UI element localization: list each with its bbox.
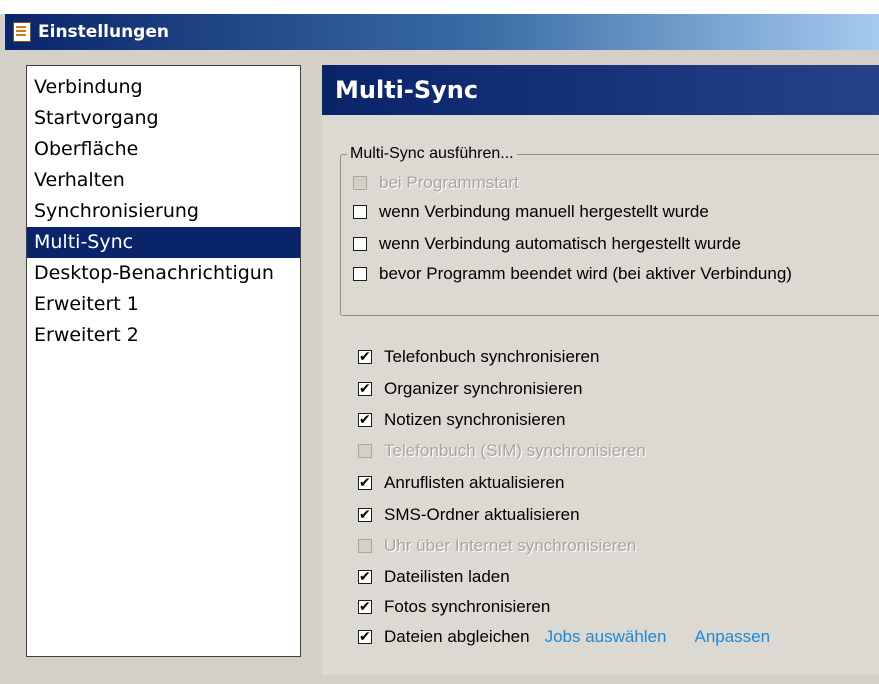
sidebar-item-erweitert-1[interactable]: Erweitert 1: [27, 289, 300, 320]
checkbox-label: SMS-Ordner aktualisieren: [384, 505, 580, 524]
checkbox-row-automatisch[interactable]: wenn Verbindung automatisch hergestellt …: [353, 234, 741, 254]
checkbox-row-beenden[interactable]: bevor Programm beendet wird (bei aktiver…: [353, 264, 792, 284]
checkbox-dateien[interactable]: [358, 628, 372, 646]
checkbox-anruflisten[interactable]: [358, 474, 372, 492]
sidebar-item-verhalten[interactable]: Verhalten: [27, 165, 300, 196]
checkbox-telefonbuch-sim[interactable]: [358, 444, 372, 458]
checkbox-sms-ordner[interactable]: [358, 506, 372, 524]
checkbox-telefonbuch[interactable]: [358, 348, 372, 366]
sidebar-item-synchronisierung[interactable]: Synchronisierung: [27, 196, 300, 227]
checkbox-row-fotos[interactable]: Fotos synchronisieren: [358, 597, 550, 617]
settings-window: Verbindung Startvorgang Oberfläche Verha…: [5, 50, 879, 684]
top-strip: [0, 0, 879, 14]
checkbox-label: Organizer synchronisieren: [384, 379, 583, 398]
sidebar-item-startvorgang[interactable]: Startvorgang: [27, 103, 300, 134]
checkbox-row-manuell[interactable]: wenn Verbindung manuell hergestellt wurd…: [353, 202, 709, 222]
checkbox-manuell[interactable]: [353, 205, 367, 219]
checkbox-automatisch[interactable]: [353, 237, 367, 251]
checkbox-label: Dateilisten laden: [384, 567, 510, 586]
sidebar-item-multi-sync[interactable]: Multi-Sync: [27, 227, 300, 258]
checkbox-notizen[interactable]: [358, 411, 372, 429]
checkbox-row-uhr[interactable]: Uhr über Internet synchronisieren: [358, 536, 636, 556]
checkbox-row-programmstart[interactable]: bei Programmstart: [353, 173, 519, 193]
checkbox-fotos[interactable]: [358, 598, 372, 616]
anpassen-link[interactable]: Anpassen: [694, 627, 770, 647]
checkbox-row-telefonbuch-sim[interactable]: Telefonbuch (SIM) synchronisieren: [358, 441, 646, 461]
checkbox-row-notizen[interactable]: Notizen synchronisieren: [358, 410, 565, 430]
checkbox-label: Telefonbuch synchronisieren: [384, 347, 600, 366]
title-bar[interactable]: Einstellungen: [5, 14, 879, 50]
checkbox-row-telefonbuch[interactable]: Telefonbuch synchronisieren: [358, 347, 599, 367]
checkbox-row-dateien[interactable]: Dateien abgleichen Jobs auswählen Anpass…: [358, 627, 770, 647]
checkbox-label: Notizen synchronisieren: [384, 410, 566, 429]
settings-panel: Multi-Sync Multi-Sync ausführen... bei P…: [322, 65, 879, 675]
checkbox-label: Uhr über Internet synchronisieren: [384, 536, 637, 555]
panel-title: Multi-Sync: [322, 65, 879, 115]
sidebar-item-erweitert-2[interactable]: Erweitert 2: [27, 320, 300, 351]
checkbox-row-organizer[interactable]: Organizer synchronisieren: [358, 379, 582, 399]
checkbox-label: wenn Verbindung manuell hergestellt wurd…: [379, 202, 709, 221]
checkbox-dateilisten[interactable]: [358, 568, 372, 586]
checkbox-row-dateilisten[interactable]: Dateilisten laden: [358, 567, 510, 587]
checkbox-label: wenn Verbindung automatisch hergestellt …: [379, 234, 741, 253]
jobs-auswaehlen-link[interactable]: Jobs auswählen: [545, 627, 667, 647]
checkbox-row-sms-ordner[interactable]: SMS-Ordner aktualisieren: [358, 505, 580, 525]
multi-sync-groupbox: Multi-Sync ausführen... bei Programmstar…: [340, 145, 879, 316]
checkbox-label: Dateien abgleichen: [384, 627, 530, 646]
checkbox-beenden[interactable]: [353, 267, 367, 281]
checkbox-label: Fotos synchronisieren: [384, 597, 551, 616]
sidebar-item-oberflaeche[interactable]: Oberfläche: [27, 134, 300, 165]
checkbox-row-anruflisten[interactable]: Anruflisten aktualisieren: [358, 473, 564, 493]
category-list[interactable]: Verbindung Startvorgang Oberfläche Verha…: [26, 65, 301, 657]
checkbox-uhr[interactable]: [358, 539, 372, 553]
checkbox-programmstart[interactable]: [353, 176, 367, 190]
checkbox-label: bei Programmstart: [379, 173, 519, 192]
sidebar-item-desktop-benachrichtigung[interactable]: Desktop-Benachrichtigun: [27, 258, 300, 289]
checkbox-label: bevor Programm beendet wird (bei aktiver…: [379, 264, 792, 283]
checkbox-organizer[interactable]: [358, 380, 372, 398]
groupbox-legend: Multi-Sync ausführen...: [347, 145, 517, 163]
sidebar-item-verbindung[interactable]: Verbindung: [27, 72, 300, 103]
checkbox-label: Telefonbuch (SIM) synchronisieren: [384, 441, 646, 460]
settings-list-icon: [13, 22, 31, 42]
window-title: Einstellungen: [38, 22, 169, 42]
checkbox-label: Anruflisten aktualisieren: [384, 473, 565, 492]
